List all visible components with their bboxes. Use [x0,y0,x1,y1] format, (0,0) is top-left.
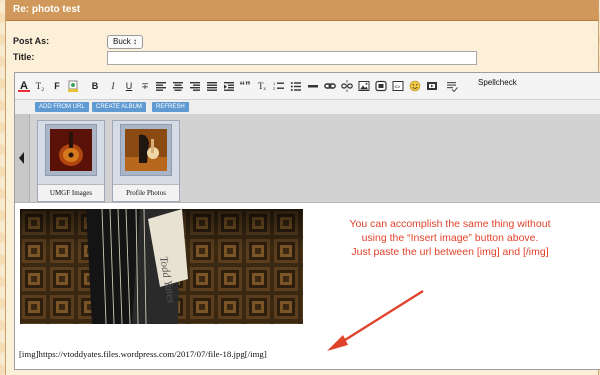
post-as-select[interactable]: Buck ↕ [107,35,143,49]
add-from-url-button[interactable]: ADD FROM URL [35,102,89,112]
img-bbcode-text: [img]https://vtoddyates.files.wordpress.… [19,349,267,359]
red-arrow-annotation [327,289,424,351]
chevron-left-icon [19,152,24,164]
album-thumbnail-frame [120,124,172,176]
media-gallery: UMGF Images Profile Photos [15,114,600,203]
spellcheck-label[interactable]: Spellcheck [478,78,517,87]
svg-text:2: 2 [273,86,276,91]
guitar-headstock-image: Todd Yates [20,209,303,324]
annotation-line-2: using the “Insert image” button above. [361,232,539,244]
highlight-icon[interactable] [67,79,79,93]
title-input[interactable] [107,51,477,65]
editor-content-area[interactable]: Todd Yates You can accomplish the same t… [15,203,600,369]
italic-icon[interactable]: I [107,79,119,93]
album-name: Profile Photos [113,184,179,201]
font-family-icon[interactable]: F [51,79,63,93]
underline-icon[interactable]: U [123,79,135,93]
annotation-line-1: You can accomplish the same thing withou… [349,218,551,230]
bold-icon[interactable]: B [89,79,101,93]
panel-titlebar: Re: photo test [6,0,598,21]
align-right-icon[interactable] [189,79,201,93]
embedded-guitar-photo: Todd Yates [20,209,303,324]
panel-title: Re: photo test [13,4,81,15]
editor-toolbar: A T₂ F B I U ∓ “” Tₓ 1 2 <> Spellcheck [15,73,600,100]
link-icon[interactable] [324,79,336,93]
gallery-prev-button[interactable] [15,114,30,202]
remove-format-icon[interactable]: Tₓ [256,79,268,93]
refresh-button[interactable]: REFRESH [152,102,189,112]
post-as-value: Buck [112,37,133,46]
justify-icon[interactable] [206,79,218,93]
emoji-icon[interactable] [409,79,421,93]
font-size-icon[interactable]: T₂ [34,79,46,93]
album-thumbnail-frame [45,124,97,176]
video-icon[interactable] [426,79,438,93]
indent-icon[interactable] [223,79,235,93]
svg-text:<>: <> [394,85,400,91]
annotation-line-3: Just paste the url between [img] and [/i… [351,246,549,258]
insert-image-icon[interactable] [358,79,370,93]
unlink-icon[interactable] [341,79,353,93]
quote-icon[interactable]: “” [239,79,251,93]
align-center-icon[interactable] [172,79,184,93]
strikethrough-icon[interactable]: ∓ [139,79,151,93]
create-album-button[interactable]: CREATE ALBUM [92,102,146,112]
horizontal-rule-icon[interactable] [307,79,319,93]
album-name: UMGF Images [38,184,104,201]
guitar-photo-thumbnail [50,129,92,171]
post-as-label: Post As: [13,36,50,46]
post-reply-panel: Re: photo test Post As: Buck ↕ Title: A … [5,0,600,375]
album-tile-profile-photos[interactable]: Profile Photos [112,120,180,202]
media-library-icon[interactable] [375,79,387,93]
align-left-icon[interactable] [155,79,167,93]
spellcheck-icon[interactable] [446,79,458,93]
title-label: Title: [13,52,35,62]
album-tile-umgf-images[interactable]: UMGF Images [37,120,105,202]
instruction-annotation: You can accomplish the same thing withou… [315,217,585,259]
media-buttons-row: ADD FROM URL CREATE ALBUM REFRESH [15,100,600,114]
code-icon[interactable]: <> [392,79,404,93]
numbered-list-icon[interactable]: 12 [273,79,285,93]
rich-text-editor: A T₂ F B I U ∓ “” Tₓ 1 2 <> Spellcheck A… [14,72,600,370]
profile-photo-thumbnail [125,129,167,171]
bulleted-list-icon[interactable] [290,79,302,93]
font-color-icon[interactable]: A [18,79,30,93]
